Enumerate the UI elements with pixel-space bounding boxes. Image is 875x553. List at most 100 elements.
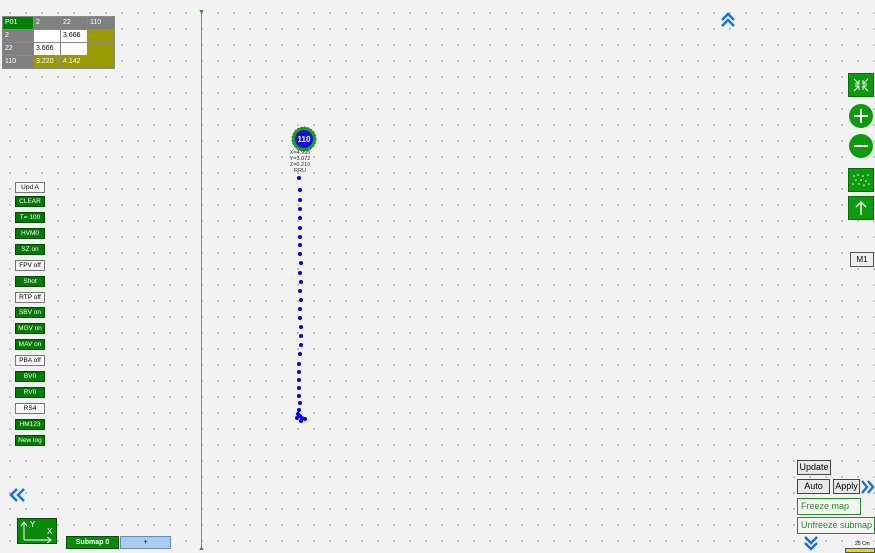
shot-button[interactable]: Shot <box>15 276 45 287</box>
rv0-button[interactable]: RV0 <box>15 387 45 398</box>
distance-matrix-table: P01 2 22 110 2 3.666 22 3.666 110 3.220 … <box>2 16 115 69</box>
trajectory-point <box>298 271 302 275</box>
table-row: 22 3.666 <box>2 42 115 56</box>
mav-on-button[interactable]: MAV on <box>15 339 45 350</box>
sbv-on-button[interactable]: SBV on <box>15 307 45 318</box>
node-110-marker[interactable]: 110 <box>291 126 317 152</box>
table-cell <box>87 42 115 56</box>
trajectory-point <box>297 370 301 374</box>
axis-top-marker-icon: ▼ <box>198 9 205 16</box>
apply-button[interactable]: Apply <box>833 479 860 494</box>
trajectory-point <box>298 226 302 230</box>
pba-off-button[interactable]: PBA off <box>15 355 45 366</box>
scale-bar: 25 Cm <box>843 541 875 553</box>
table-row-header: 22 <box>2 42 34 56</box>
trajectory-point <box>299 343 303 347</box>
trajectory-point <box>299 334 303 338</box>
point-cloud-button[interactable] <box>848 168 874 192</box>
up-arrow-icon <box>855 201 867 215</box>
scale-label: 25 Cm <box>855 541 870 547</box>
unfreeze-submap-button[interactable]: Unfreeze submap <box>797 517 875 534</box>
table-row: 2 3.666 <box>2 29 115 43</box>
node-icon: 110 <box>291 126 317 152</box>
double-chevron-down-icon[interactable] <box>803 535 819 553</box>
trajectory-point <box>297 362 301 366</box>
node-label: 110 <box>298 135 311 144</box>
vertical-axis-line <box>201 10 202 550</box>
mgv-on-button[interactable]: MGV on <box>15 323 45 334</box>
trajectory-point <box>298 188 302 192</box>
zoom-in-button[interactable] <box>848 104 874 128</box>
table-cell <box>60 42 88 56</box>
axis-y-label: Y <box>30 520 36 529</box>
trajectory-point <box>298 307 302 311</box>
double-chevron-left-icon[interactable] <box>9 487 27 505</box>
fit-view-icon <box>853 78 869 92</box>
trajectory-point <box>297 176 301 180</box>
upd-a-button[interactable]: Upd A <box>15 182 45 193</box>
table-row-header: 110 <box>2 55 34 69</box>
zoom-in-icon <box>849 104 873 128</box>
bv0-button[interactable]: BV0 <box>15 371 45 382</box>
double-chevron-right-icon[interactable] <box>860 480 875 496</box>
table-header-cell: P01 <box>2 16 34 30</box>
freeze-map-button[interactable]: Freeze map <box>797 498 861 515</box>
fit-view-button[interactable] <box>848 73 874 97</box>
trajectory-point <box>299 298 303 302</box>
table-header-row: P01 2 22 110 <box>2 16 115 30</box>
trajectory-point <box>298 243 302 247</box>
trajectory-point <box>299 419 303 423</box>
sz-on-button[interactable]: SZ on <box>15 244 45 255</box>
table-row: 110 3.220 4.142 <box>2 55 115 69</box>
fpv-off-button[interactable]: FPV off <box>15 260 45 271</box>
axis-bottom-marker-icon: ▲ <box>198 545 205 552</box>
trajectory-point <box>297 386 301 390</box>
hvm0-button[interactable]: HVM0 <box>15 228 45 239</box>
table-row-header: 2 <box>2 29 34 43</box>
table-cell <box>87 55 115 69</box>
rs4-button[interactable]: RS4 <box>15 403 45 414</box>
axis-x-label: X <box>47 527 53 536</box>
zoom-out-button[interactable] <box>848 134 874 158</box>
trajectory-point <box>299 325 303 329</box>
m1-button[interactable]: M1 <box>850 252 874 267</box>
zoom-out-icon <box>849 134 873 158</box>
trajectory-point <box>298 252 302 256</box>
submap-button[interactable]: Submap 0 <box>66 536 119 549</box>
trajectory-point <box>298 235 302 239</box>
table-cell: 3.666 <box>60 29 88 43</box>
point-cloud-icon <box>852 174 870 186</box>
trajectory-point <box>299 280 303 284</box>
table-cell <box>87 29 115 43</box>
rtp-off-button[interactable]: RTP off <box>15 292 45 303</box>
trajectory-point <box>298 316 302 320</box>
trajectory-point <box>298 216 302 220</box>
table-cell: 4.142 <box>60 55 88 69</box>
new-log-button[interactable]: New log <box>15 435 45 446</box>
axis-indicator: Y X <box>17 518 57 544</box>
trajectory-point <box>297 394 301 398</box>
table-cell <box>33 29 61 43</box>
trajectory-point <box>298 352 302 356</box>
trajectory-point <box>299 261 303 265</box>
table-header-cell: 110 <box>87 16 115 30</box>
trajectory-point <box>298 198 302 202</box>
trajectory-point <box>297 378 301 382</box>
trajectory-point <box>298 289 302 293</box>
trajectory-point <box>298 401 302 405</box>
table-header-cell: 22 <box>60 16 88 30</box>
auto-button[interactable]: Auto <box>797 479 830 494</box>
node-type-label: RRU <box>294 168 306 174</box>
scale-bar-fill <box>845 548 875 553</box>
table-cell: 3.666 <box>33 42 61 56</box>
double-chevron-up-icon[interactable] <box>720 12 736 30</box>
trajectory-point <box>303 417 307 421</box>
up-arrow-button[interactable] <box>848 196 874 220</box>
trajectory-point <box>298 207 302 211</box>
add-submap-button[interactable]: + <box>120 536 171 549</box>
hm123-button[interactable]: HM123 <box>15 419 45 430</box>
clear-button[interactable]: CLEAR <box>15 196 45 207</box>
update-button[interactable]: Update <box>797 460 831 475</box>
table-header-cell: 2 <box>33 16 61 30</box>
threshold-button[interactable]: T= 100 <box>15 212 45 223</box>
